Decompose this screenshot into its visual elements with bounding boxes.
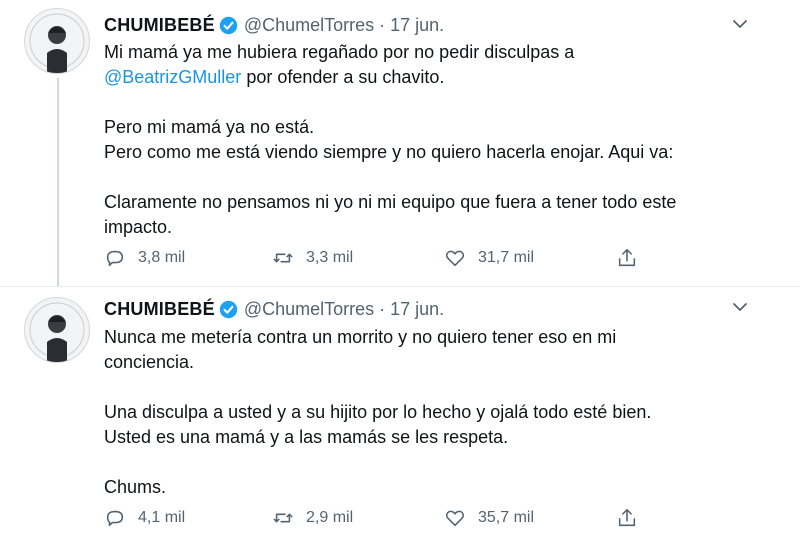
reply-count: 3,8 mil xyxy=(138,249,186,266)
like-count: 31,7 mil xyxy=(478,249,535,266)
tweet-1[interactable]: CHUMIBEBÉ @ChumelTorres · 17 jun. Mi mam… xyxy=(0,0,800,287)
share-icon xyxy=(618,248,636,267)
thread-connector-line xyxy=(57,78,59,286)
like-button[interactable]: 35,7 mil xyxy=(444,505,534,531)
tweet-header: CHUMIBEBÉ @ChumelTorres · 17 jun. xyxy=(104,13,444,37)
tweet-line: conciencia. xyxy=(104,352,195,372)
reply-count: 4,1 mil xyxy=(138,509,186,526)
tweet-thread: CHUMIBEBÉ @ChumelTorres · 17 jun. Mi mam… xyxy=(0,0,800,543)
avatar-image xyxy=(26,10,88,73)
reply-icon xyxy=(106,510,124,527)
chevron-down-icon[interactable] xyxy=(732,299,748,315)
share-button[interactable] xyxy=(616,245,638,271)
username-handle[interactable]: @ChumelTorres xyxy=(244,299,374,320)
username-handle[interactable]: @ChumelTorres xyxy=(244,15,374,36)
tweet-line: Pero como me está viendo siempre y no qu… xyxy=(104,142,674,162)
tweet-line: impacto. xyxy=(104,217,173,237)
share-button[interactable] xyxy=(616,505,638,531)
avatar[interactable] xyxy=(24,297,90,363)
tweet-line: Chums. xyxy=(104,477,167,497)
mention-link[interactable]: @BeatrizGMuller xyxy=(104,67,241,87)
heart-icon xyxy=(445,510,465,527)
display-name[interactable]: CHUMIBEBÉ xyxy=(104,299,215,320)
retweet-button[interactable]: 3,3 mil xyxy=(272,245,353,271)
tweet-line: Pero mi mamá ya no está. xyxy=(104,117,315,137)
retweet-count: 3,3 mil xyxy=(306,249,354,266)
tweet-line: Nunca me metería contra un morrito y no … xyxy=(104,327,617,347)
tweet-date[interactable]: 17 jun. xyxy=(390,299,444,320)
tweet-header: CHUMIBEBÉ @ChumelTorres · 17 jun. xyxy=(104,297,444,321)
retweet-count: 2,9 mil xyxy=(306,509,354,526)
reply-icon xyxy=(106,250,124,267)
tweet-2[interactable]: CHUMIBEBÉ @ChumelTorres · 17 jun. Nunca … xyxy=(0,287,800,543)
retweet-button[interactable]: 2,9 mil xyxy=(272,505,353,531)
chevron-down-icon[interactable] xyxy=(732,16,748,32)
separator-dot: · xyxy=(379,298,386,319)
reply-button[interactable]: 4,1 mil xyxy=(104,505,185,531)
retweet-icon xyxy=(273,513,293,523)
avatar-image xyxy=(26,299,88,362)
tweet-actions: 4,1 mil 2,9 mil 35,7 mil xyxy=(104,505,664,531)
display-name[interactable]: CHUMIBEBÉ xyxy=(104,15,215,36)
separator-dot: · xyxy=(379,14,386,35)
tweet-line: Una disculpa a usted y a su hijito por l… xyxy=(104,402,652,422)
like-count: 35,7 mil xyxy=(478,509,535,526)
heart-icon xyxy=(445,250,465,267)
tweet-actions: 3,8 mil 3,3 mil 31,7 mil xyxy=(104,245,664,271)
verified-badge-icon xyxy=(219,300,238,318)
verified-badge-icon xyxy=(219,16,238,34)
share-icon xyxy=(618,508,636,527)
tweet-text: Nunca me metería contra un morrito y no … xyxy=(104,325,754,500)
tweet-line: @BeatrizGMuller por ofender a su chavito… xyxy=(104,65,754,90)
retweet-icon xyxy=(273,253,293,263)
tweet-text: Mi mamá ya me hubiera regañado por no pe… xyxy=(104,40,754,240)
tweet-date[interactable]: 17 jun. xyxy=(390,15,444,36)
avatar[interactable] xyxy=(24,8,90,74)
reply-button[interactable]: 3,8 mil xyxy=(104,245,185,271)
tweet-line: Claramente no pensamos ni yo ni mi equip… xyxy=(104,192,677,212)
tweet-line: Usted es una mamá y a las mamás se les r… xyxy=(104,427,509,447)
tweet-line-rest: por ofender a su chavito. xyxy=(241,67,445,87)
tweet-line: Mi mamá ya me hubiera regañado por no pe… xyxy=(104,42,575,62)
like-button[interactable]: 31,7 mil xyxy=(444,245,534,271)
